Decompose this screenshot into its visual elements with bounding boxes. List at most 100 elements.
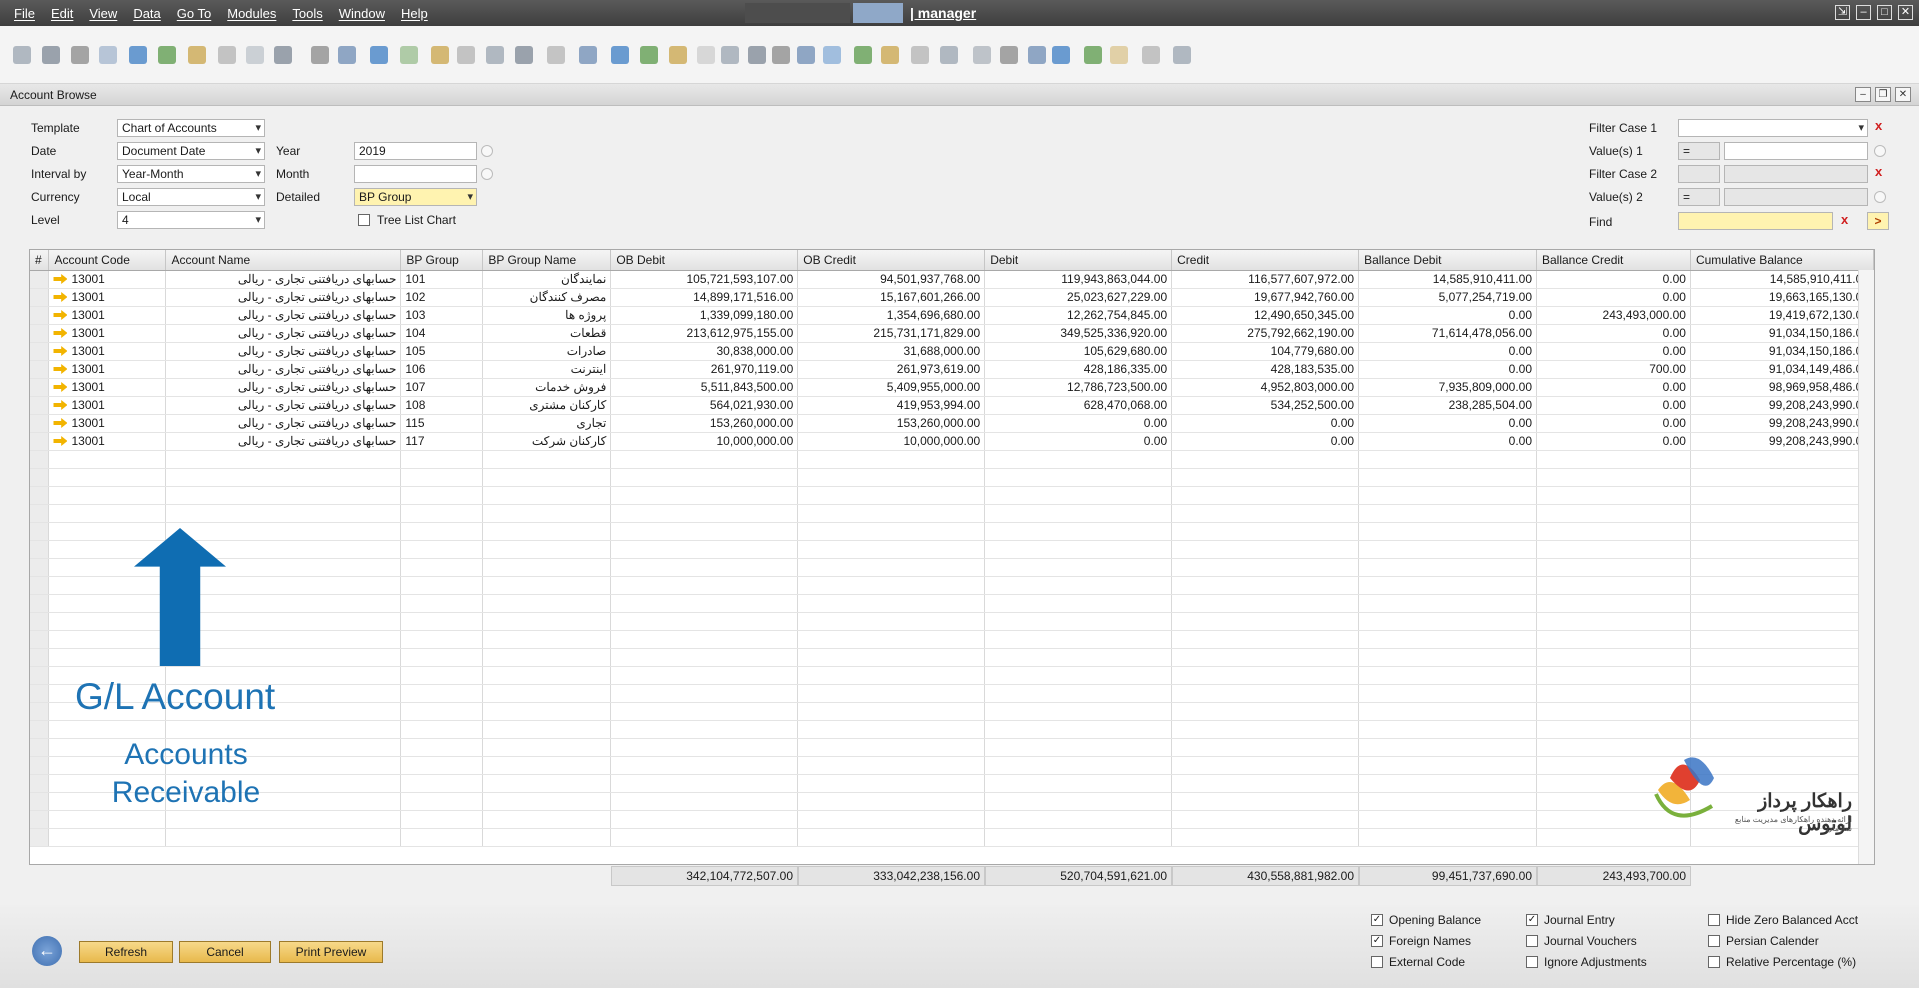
- find-input[interactable]: [1678, 212, 1833, 230]
- payment-icon[interactable]: [697, 46, 715, 64]
- journal-icon[interactable]: [748, 46, 766, 64]
- account-code-cell[interactable]: 13001: [48, 324, 167, 343]
- info-icon[interactable]: [481, 145, 493, 157]
- minimize-icon[interactable]: –: [1855, 87, 1871, 102]
- sort-icon[interactable]: [547, 46, 565, 64]
- column-header[interactable]: Cumulative Balance: [1690, 250, 1875, 271]
- column-header[interactable]: Account Name: [165, 250, 402, 271]
- journal-vouchers-checkbox[interactable]: [1526, 935, 1538, 947]
- mail-icon[interactable]: [973, 46, 991, 64]
- link-arrow-icon[interactable]: [53, 436, 68, 446]
- table-row[interactable]: 13001 حسابهای دریافتنی تجاری - ریالی 101 نم…: [30, 270, 1875, 289]
- cancel-button[interactable]: Cancel: [179, 941, 271, 963]
- date-select[interactable]: Document Date: [117, 142, 265, 160]
- last-icon[interactable]: [457, 46, 475, 64]
- table-row[interactable]: 13001 حسابهای دریافتنی تجاری - ریالی 104 قط…: [30, 324, 1875, 343]
- column-header[interactable]: Ballance Debit: [1358, 250, 1537, 271]
- message-icon[interactable]: [881, 46, 899, 64]
- org-icon[interactable]: [1028, 46, 1046, 64]
- restore-icon[interactable]: ⇲: [1835, 5, 1850, 20]
- refresh-button[interactable]: Refresh: [79, 941, 173, 963]
- account-code-cell[interactable]: 13001: [48, 396, 167, 415]
- column-header[interactable]: BP Group: [400, 250, 484, 271]
- ignore-adjustments-checkbox[interactable]: [1526, 956, 1538, 968]
- back-arrow-icon[interactable]: ←: [32, 936, 62, 966]
- level-select[interactable]: 4: [117, 211, 265, 229]
- account-code-cell[interactable]: 13001: [48, 414, 167, 433]
- interval-select[interactable]: Year-Month: [117, 165, 265, 183]
- close-icon[interactable]: ✕: [1898, 5, 1913, 20]
- find-icon[interactable]: [311, 46, 329, 64]
- prev-icon[interactable]: [400, 46, 418, 64]
- link-arrow-icon[interactable]: [53, 364, 68, 374]
- menu-go-to[interactable]: Go To: [177, 6, 211, 21]
- word-icon[interactable]: [218, 46, 236, 64]
- menu-view[interactable]: View: [89, 6, 117, 21]
- form-icon[interactable]: [1000, 46, 1018, 64]
- detailed-select[interactable]: BP Group: [354, 188, 477, 206]
- template-select[interactable]: Chart of Accounts: [117, 119, 265, 137]
- clear-x-icon[interactable]: x: [1841, 212, 1848, 227]
- persian-calendar-checkbox[interactable]: [1708, 935, 1720, 947]
- clear-x-icon[interactable]: x: [1875, 118, 1882, 133]
- sms-icon[interactable]: [99, 46, 117, 64]
- target-doc-icon[interactable]: [611, 46, 629, 64]
- settings-icon[interactable]: [274, 46, 292, 64]
- journal-entry-checkbox[interactable]: ✓: [1526, 914, 1538, 926]
- table-row[interactable]: 13001 حسابهای دریافتنی تجاری - ریالی 105 صا…: [30, 342, 1875, 361]
- info-icon[interactable]: [481, 168, 493, 180]
- vertical-scrollbar[interactable]: [1858, 270, 1874, 864]
- minimize-icon[interactable]: –: [1856, 5, 1871, 20]
- currency-select[interactable]: Local: [117, 188, 265, 206]
- user-icon[interactable]: [1052, 46, 1070, 64]
- first-icon[interactable]: [370, 46, 388, 64]
- next-icon[interactable]: [431, 46, 449, 64]
- table-row[interactable]: 13001 حسابهای دریافتنی تجاری - ریالی 107 فر…: [30, 378, 1875, 397]
- chat-icon[interactable]: [911, 46, 929, 64]
- column-header[interactable]: Debit: [984, 250, 1173, 271]
- table-row[interactable]: 13001 حسابهای دریافتنی تجاری - ریالی 103 پر…: [30, 306, 1875, 325]
- external-code-checkbox[interactable]: [1371, 956, 1383, 968]
- table-row[interactable]: 13001 حسابهای دریافتنی تجاری - ریالی 115 تج…: [30, 414, 1875, 433]
- info-icon[interactable]: [1874, 145, 1886, 157]
- year-field[interactable]: 2019: [354, 142, 477, 160]
- gross-profit-icon[interactable]: [669, 46, 687, 64]
- table-row[interactable]: 13001 حسابهای دریافتنی تجاری - ریالی 108 کا…: [30, 396, 1875, 415]
- column-header[interactable]: OB Debit: [610, 250, 799, 271]
- filter-case2-select[interactable]: [1724, 165, 1868, 183]
- column-header[interactable]: BP Group Name: [482, 250, 612, 271]
- info-icon[interactable]: [1874, 191, 1886, 203]
- account-code-cell[interactable]: 13001: [48, 360, 167, 379]
- menu-tools[interactable]: Tools: [292, 6, 322, 21]
- close-icon[interactable]: ✕: [1895, 87, 1911, 102]
- base-doc-icon[interactable]: [579, 46, 597, 64]
- column-header[interactable]: Account Code: [48, 250, 167, 271]
- values2-field[interactable]: [1724, 188, 1868, 206]
- account-code-cell[interactable]: 13001: [48, 270, 167, 289]
- link-arrow-icon[interactable]: [53, 382, 68, 392]
- link-arrow-icon[interactable]: [53, 418, 68, 428]
- account-code-cell[interactable]: 13001: [48, 306, 167, 325]
- help-icon[interactable]: [1110, 46, 1128, 64]
- menu-modules[interactable]: Modules: [227, 6, 276, 21]
- maximize-icon[interactable]: □: [1877, 5, 1892, 20]
- restore-icon[interactable]: ❐: [1875, 87, 1891, 102]
- foreign-names-checkbox[interactable]: ✓: [1371, 935, 1383, 947]
- print-preview-button[interactable]: Print Preview: [279, 941, 383, 963]
- export-icon[interactable]: [158, 46, 176, 64]
- find-go-button[interactable]: >: [1867, 212, 1889, 230]
- column-header[interactable]: OB Credit: [797, 250, 986, 271]
- balance-icon[interactable]: [772, 46, 790, 64]
- add-icon[interactable]: [338, 46, 356, 64]
- move-icon[interactable]: [246, 46, 264, 64]
- column-header[interactable]: #: [30, 250, 50, 271]
- lock-icon[interactable]: [1142, 46, 1160, 64]
- filter-case1-select[interactable]: [1678, 119, 1868, 137]
- table-row[interactable]: 13001 حسابهای دریافتنی تجاری - ریالی 106 ای…: [30, 360, 1875, 379]
- column-header[interactable]: Credit: [1171, 250, 1360, 271]
- account-code-cell[interactable]: 13001: [48, 378, 167, 397]
- column-header[interactable]: Ballance Credit: [1536, 250, 1691, 271]
- menu-data[interactable]: Data: [133, 6, 160, 21]
- print-icon[interactable]: [42, 46, 60, 64]
- menu-file[interactable]: File: [14, 6, 35, 21]
